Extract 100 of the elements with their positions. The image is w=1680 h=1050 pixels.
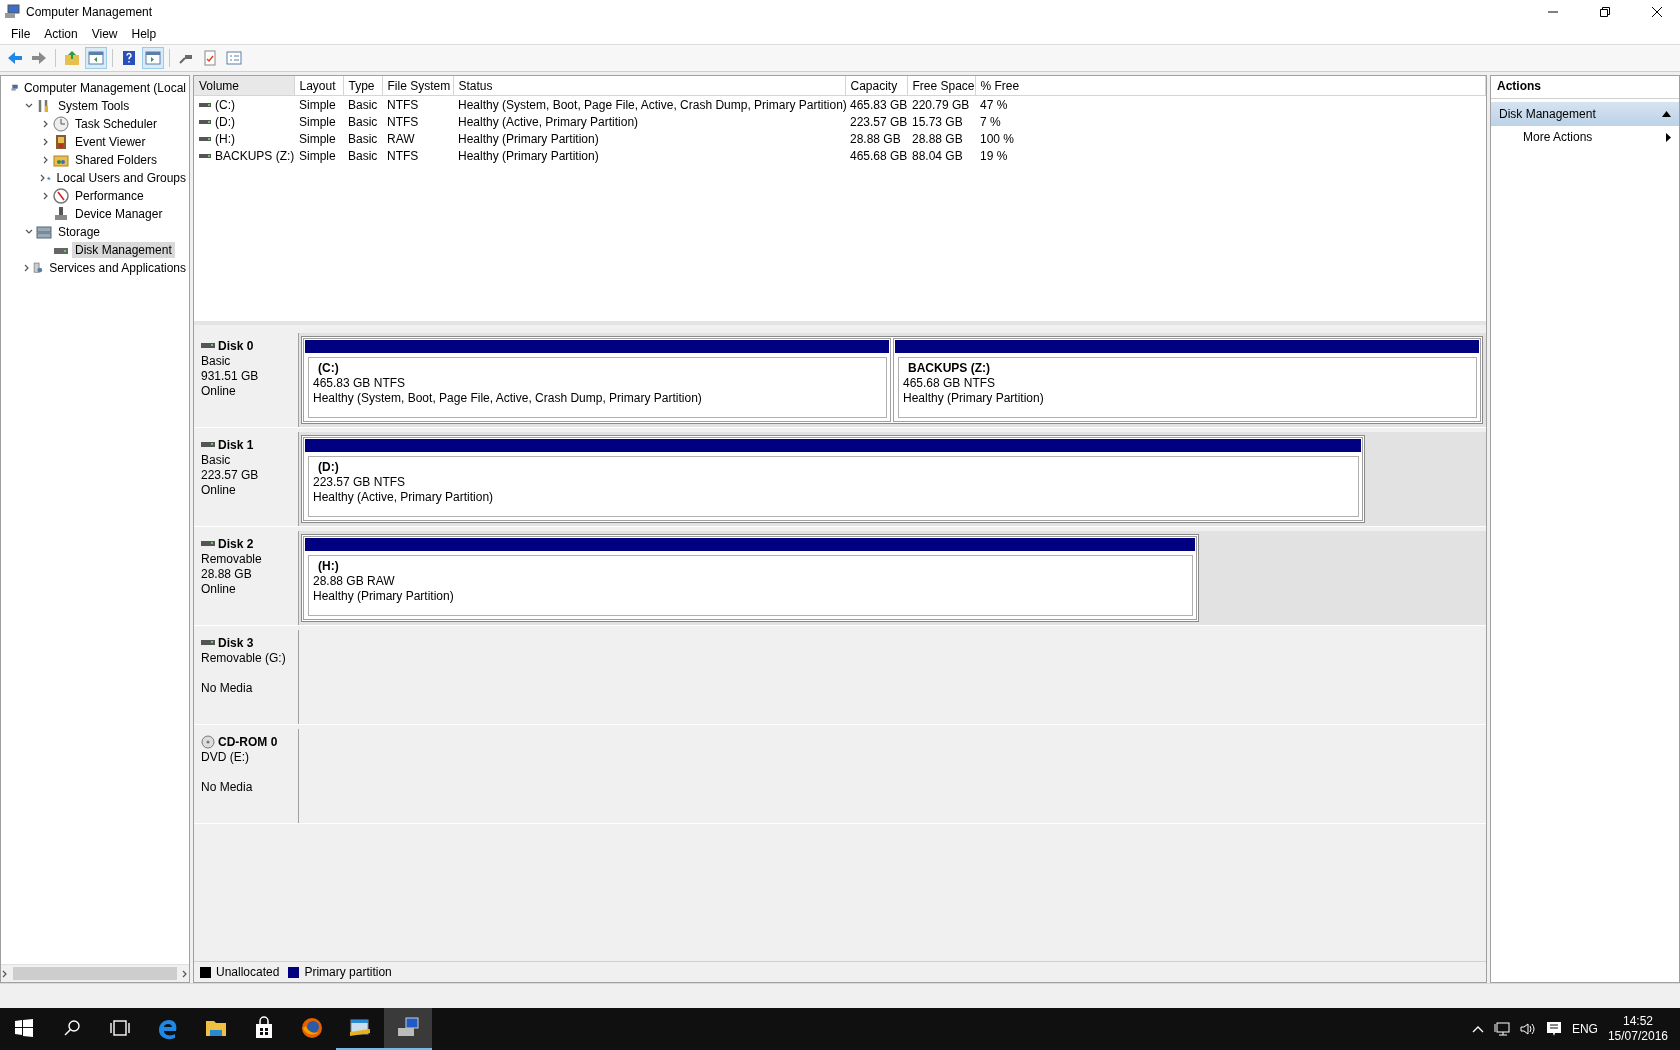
windows-logo-icon [15, 1019, 33, 1037]
window-title: Computer Management [26, 5, 154, 19]
table-cell: Simple [299, 97, 336, 112]
tree-item[interactable]: Local Users and Groups [53, 170, 189, 186]
properties-icon [226, 50, 242, 66]
table-cell: Healthy (System, Boot, Page File, Active, Crash Dump, Primary Partition) [458, 97, 847, 112]
chevron-right-icon [39, 174, 47, 182]
toolbar-button[interactable] [142, 47, 164, 69]
menu-item[interactable]: File [4, 25, 38, 43]
disk-name: Disk 0 [218, 339, 254, 353]
forward-arrow-icon [31, 50, 47, 66]
tree-item[interactable]: Disk Management [72, 242, 175, 258]
partition-block[interactable]: (H:) 28.88 GB RAW Healthy (Primary Partition) [303, 536, 1198, 620]
chevron-down-icon [25, 102, 33, 110]
clock[interactable]: 14:52 15/07/2016 [1607, 1014, 1668, 1044]
table-cell: Simple [299, 131, 336, 146]
column-header[interactable]: Free Space [907, 76, 975, 96]
partition-block[interactable]: (C:) 465.83 GB NTFS Healthy (System, Boot, Page File, Active, Crash Dump, Primary Partition) [303, 338, 891, 422]
column-header[interactable]: File System [382, 76, 453, 96]
partition-size: 28.88 GB RAW [313, 574, 396, 588]
action-pane-icon [145, 50, 161, 66]
notification-icon [1545, 1021, 1562, 1037]
table-cell: NTFS [387, 97, 419, 112]
services-icon [31, 260, 44, 276]
console-tree-icon [88, 50, 104, 66]
help-icon [121, 50, 137, 66]
disk-drive-icon [201, 639, 215, 647]
table-cell: 88.04 GB [912, 148, 963, 163]
tree-item[interactable]: Task Scheduler [72, 116, 161, 132]
tree-item[interactable]: Storage [55, 224, 104, 240]
table-cell: 220.79 GB [912, 97, 970, 112]
partition-name: BACKUPS (Z:) [907, 361, 991, 375]
table-cell: 465.68 GB [850, 148, 908, 163]
column-header[interactable]: Type [343, 76, 382, 96]
language-indicator[interactable]: ENG [1571, 1022, 1598, 1036]
disk-type: Removable [201, 552, 263, 566]
tree-item[interactable]: Performance [72, 188, 147, 204]
tree-item[interactable]: Computer Management (Local [20, 80, 189, 96]
network-icon [1493, 1022, 1510, 1036]
table-cell: RAW [387, 131, 415, 146]
restore-icon [1600, 7, 1610, 17]
table-cell: (C:) [215, 97, 235, 112]
expand-toggle[interactable] [39, 174, 47, 182]
disk-status: No Media [201, 681, 254, 695]
column-header[interactable]: % Free [975, 76, 1486, 96]
horizontal-scrollbar[interactable] [1, 964, 189, 982]
table-cell: Healthy (Active, Primary Partition) [458, 114, 639, 129]
table-cell: NTFS [387, 114, 419, 129]
disk-type: Basic [201, 453, 232, 467]
taskbar-app[interactable] [384, 1008, 432, 1050]
optical-disc-icon [201, 735, 215, 749]
table-cell: Healthy (Primary Partition) [458, 131, 599, 146]
tree-item[interactable]: System Tools [55, 98, 133, 114]
column-header[interactable]: Status [453, 76, 845, 96]
table-cell: 465.83 GB [850, 97, 908, 112]
disk-type: Basic [201, 354, 232, 368]
partition-block[interactable]: BACKUPS (Z:) 465.68 GB NTFS Healthy (Primary Partition) [893, 338, 1481, 422]
gauge-icon [53, 188, 69, 204]
legend-label: Primary partition [304, 965, 392, 979]
tree-item[interactable]: Services and Applications [46, 260, 189, 276]
column-header[interactable]: Layout [294, 76, 343, 96]
disk-name: Disk 1 [218, 438, 254, 452]
close-icon [1652, 7, 1662, 17]
partition-status: Healthy (Active, Primary Partition) [313, 490, 495, 504]
clock-date: 15/07/2016 [1607, 1029, 1668, 1044]
tree-item[interactable]: Event Viewer [72, 134, 149, 150]
menu-item[interactable]: View [84, 25, 125, 43]
chevron-right-icon [181, 969, 189, 978]
partition-block[interactable]: (D:) 223.57 GB NTFS Healthy (Active, Primary Partition) [303, 437, 1363, 521]
tree-item[interactable]: Shared Folders [72, 152, 161, 168]
partition-size: 465.68 GB NTFS [903, 376, 997, 390]
partition-name: (D:) [317, 460, 340, 474]
table-cell: Basic [348, 148, 378, 163]
partition-name: (H:) [317, 559, 340, 573]
action-item[interactable]: More Actions [1491, 126, 1679, 148]
actions-section-header[interactable]: Disk Management [1491, 102, 1679, 126]
partition-size: 465.83 GB NTFS [313, 376, 407, 390]
checklist-icon [202, 50, 218, 66]
collapse-triangle-icon [1662, 111, 1671, 117]
table-cell: (D:) [215, 114, 235, 129]
menu-item[interactable]: Action [37, 25, 85, 43]
toolbar-button[interactable] [85, 47, 107, 69]
volume-drive-icon [199, 101, 211, 108]
disk-size: 28.88 GB [201, 567, 253, 581]
clock-icon [53, 116, 69, 132]
disk-size: 931.51 GB [201, 369, 260, 383]
submenu-triangle-icon [1666, 132, 1671, 142]
menu-item[interactable]: Help [124, 25, 164, 43]
disk-drive-icon [201, 342, 215, 350]
column-header[interactable]: Capacity [845, 76, 907, 96]
disk-name: Disk 2 [218, 537, 254, 551]
table-cell: 28.88 GB [912, 131, 963, 146]
log-book-icon [53, 134, 69, 150]
shared-folder-icon [53, 152, 69, 168]
column-header[interactable]: Volume [194, 76, 294, 96]
partition-size: 223.57 GB NTFS [313, 475, 407, 489]
volume-icon [1519, 1022, 1536, 1036]
back-arrow-icon [7, 50, 23, 66]
chevron-right-icon [1, 969, 9, 978]
tree-item[interactable]: Device Manager [72, 206, 166, 222]
